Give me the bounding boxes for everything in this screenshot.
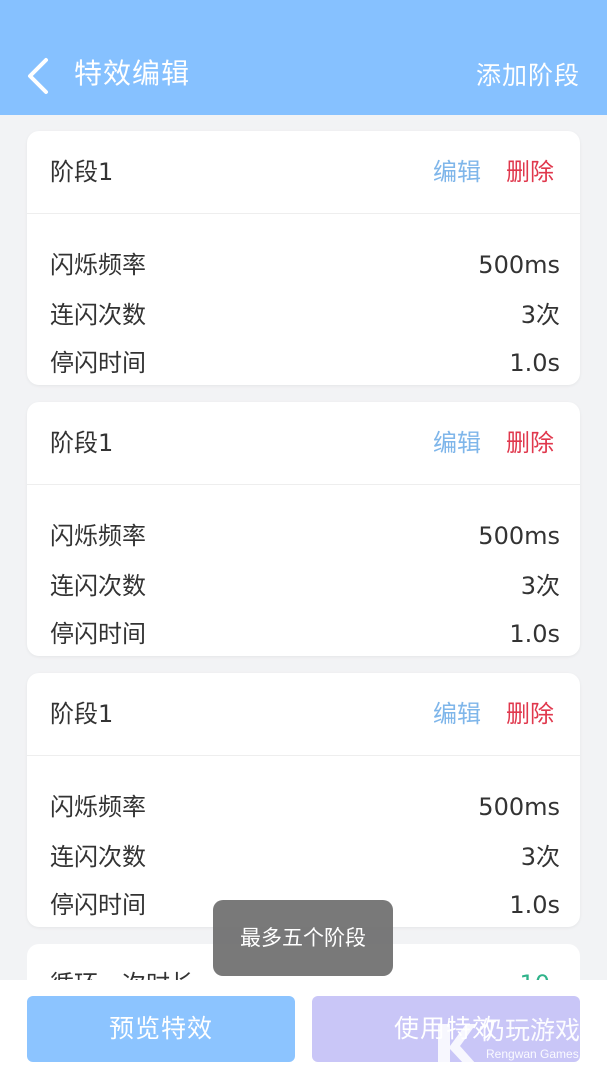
loop-duration-label: 循环一次时长 (50, 962, 194, 980)
watermark-subtext: Rengwan Games (486, 1047, 579, 1061)
flash-frequency-label: 闪烁频率 (50, 251, 146, 279)
watermark: 仍玩游戏 Rengwan Games (432, 1012, 602, 1074)
flash-count-label: 连闪次数 (50, 572, 146, 600)
flash-count-row: 连闪次数 3次 (27, 293, 580, 337)
pause-time-row: 停闪时间 1.0s (27, 341, 580, 385)
flash-count-row: 连闪次数 3次 (27, 564, 580, 608)
header-bar: 特效编辑 添加阶段 (0, 0, 607, 115)
stage-name: 阶段1 (50, 429, 114, 457)
flash-count-label: 连闪次数 (50, 301, 146, 329)
flash-frequency-row: 闪烁频率 500ms (27, 514, 580, 558)
loop-duration-value: 10 (519, 962, 550, 980)
flash-frequency-value: 500ms (478, 251, 560, 279)
delete-button[interactable]: 删除 (506, 421, 554, 465)
toast-message: 最多五个阶段 (213, 900, 393, 976)
pause-time-label: 停闪时间 (50, 620, 146, 648)
flash-frequency-value: 500ms (478, 522, 560, 550)
stage-card-header: 阶段1 编辑 删除 (27, 402, 580, 485)
edit-button[interactable]: 编辑 (433, 421, 481, 465)
stage-card-header: 阶段1 编辑 删除 (27, 673, 580, 756)
preview-effect-button[interactable]: 预览特效 (27, 996, 295, 1062)
watermark-logo-icon (438, 1024, 476, 1064)
pause-time-row: 停闪时间 1.0s (27, 612, 580, 656)
stage-card: 阶段1 编辑 删除 闪烁频率 500ms 连闪次数 3次 停闪时间 1.0s (27, 131, 580, 385)
flash-frequency-label: 闪烁频率 (50, 522, 146, 550)
stage-card: 阶段1 编辑 删除 闪烁频率 500ms 连闪次数 3次 停闪时间 1.0s (27, 673, 580, 927)
delete-button[interactable]: 删除 (506, 150, 554, 194)
flash-frequency-row: 闪烁频率 500ms (27, 243, 580, 287)
delete-button[interactable]: 删除 (506, 692, 554, 736)
add-stage-button[interactable]: 添加阶段 (476, 54, 580, 98)
flash-count-value: 3次 (520, 301, 560, 329)
stage-name: 阶段1 (50, 700, 114, 728)
watermark-text: 仍玩游戏 (480, 1016, 581, 1045)
stage-list[interactable]: 阶段1 编辑 删除 闪烁频率 500ms 连闪次数 3次 停闪时间 1.0s 阶… (0, 115, 607, 980)
edit-button[interactable]: 编辑 (433, 150, 481, 194)
pause-time-value: 1.0s (509, 349, 560, 377)
flash-count-value: 3次 (520, 572, 560, 600)
pause-time-label: 停闪时间 (50, 349, 146, 377)
stage-card: 阶段1 编辑 删除 闪烁频率 500ms 连闪次数 3次 停闪时间 1.0s (27, 402, 580, 656)
stage-name: 阶段1 (50, 158, 114, 186)
pause-time-label: 停闪时间 (50, 891, 146, 919)
flash-count-label: 连闪次数 (50, 843, 146, 871)
flash-count-value: 3次 (520, 843, 560, 871)
flash-count-row: 连闪次数 3次 (27, 835, 580, 879)
flash-frequency-row: 闪烁频率 500ms (27, 785, 580, 829)
page-title: 特效编辑 (74, 57, 191, 90)
flash-frequency-value: 500ms (478, 793, 560, 821)
edit-button[interactable]: 编辑 (433, 692, 481, 736)
back-arrow-icon[interactable] (22, 56, 58, 96)
pause-time-value: 1.0s (509, 891, 560, 919)
flash-frequency-label: 闪烁频率 (50, 793, 146, 821)
pause-time-value: 1.0s (509, 620, 560, 648)
stage-card-header: 阶段1 编辑 删除 (27, 131, 580, 214)
